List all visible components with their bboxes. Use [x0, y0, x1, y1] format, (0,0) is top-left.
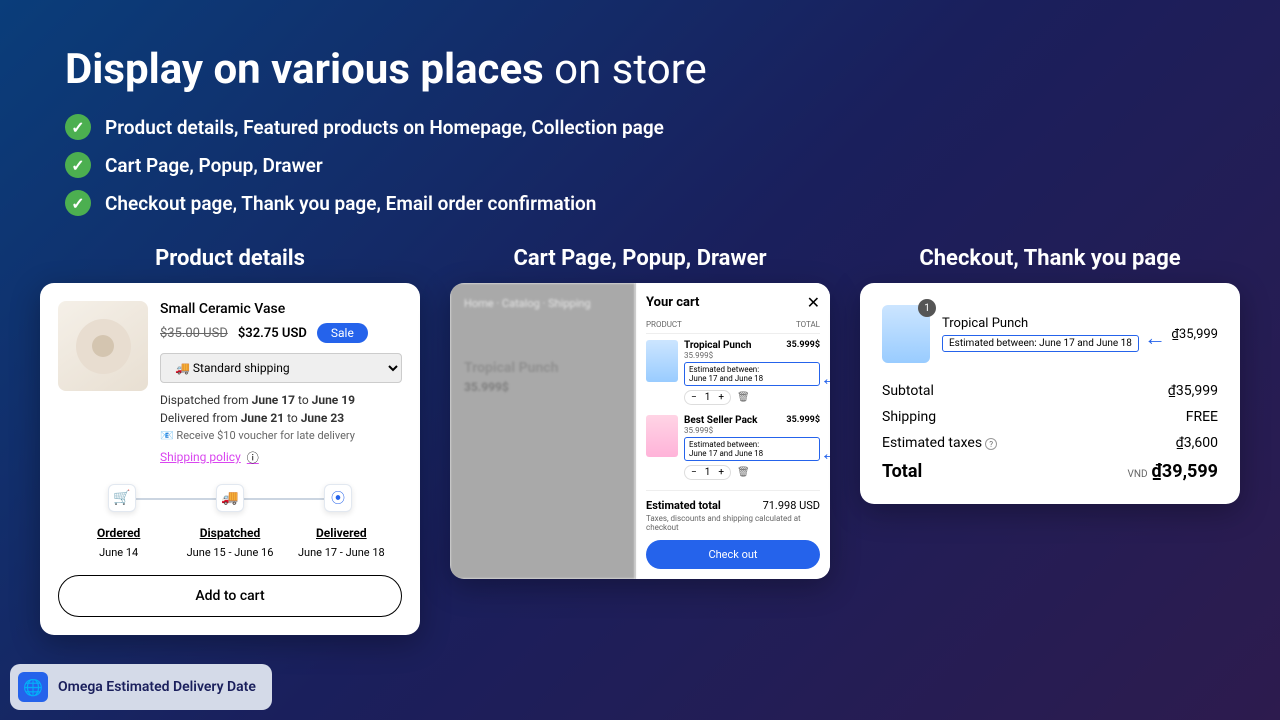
cart-card: Home · Catalog · Shipping Tropical Punch… [450, 283, 830, 579]
item-image [646, 415, 678, 457]
checkout-product-name: Tropical Punch [942, 316, 1159, 331]
col1-title: Product details [40, 246, 420, 271]
truck-icon: 🚚 [216, 484, 244, 512]
tl-ordered-label: Ordered [63, 526, 174, 540]
total-label: Estimated total [646, 499, 721, 512]
subtotal-label: Subtotal [882, 383, 934, 399]
sale-badge: Sale [317, 323, 368, 343]
tax-note: Taxes, discounts and shipping calculated… [646, 514, 820, 532]
trash-icon[interactable]: 🗑 [737, 467, 750, 478]
cart-drawer: Your cart ✕ PRODUCTTOTAL Tropical Punch3… [635, 283, 830, 579]
estimate-box: Estimated between:June 17 and June 18 [684, 362, 820, 386]
total-value: ₫39,599 [1152, 461, 1218, 482]
bullet-2: ✓Cart Page, Popup, Drawer [65, 152, 1215, 178]
check-icon: ✓ [65, 152, 91, 178]
check-icon: ✓ [65, 190, 91, 216]
voucher-text: 📧 Receive $10 voucher for late delivery [160, 429, 402, 442]
tax-label: Estimated taxes? [882, 435, 997, 451]
arrow-icon: ← [1144, 325, 1166, 351]
page-title: Display on various places on store [65, 45, 1215, 94]
checkout-button[interactable]: Check out [646, 540, 820, 569]
quantity-stepper[interactable]: −1+ [684, 390, 731, 405]
current-price: $32.75 USD [238, 326, 307, 341]
check-icon: ✓ [65, 114, 91, 140]
total-value: 71.998 USD [763, 499, 820, 512]
col2-title: Cart Page, Popup, Drawer [450, 246, 830, 271]
tl-delivered-date: June 17 - June 18 [286, 546, 397, 559]
bullet-3: ✓Checkout page, Thank you page, Email or… [65, 190, 1215, 216]
shipping-value: FREE [1186, 409, 1218, 425]
product-details-card: Small Ceramic Vase $35.00 USD $32.75 USD… [40, 283, 420, 635]
add-to-cart-button[interactable]: Add to cart [58, 575, 402, 617]
info-icon[interactable]: ? [985, 438, 997, 450]
checkout-card: 1 Tropical Punch Estimated between: June… [860, 283, 1240, 504]
shipping-policy-link[interactable]: Shipping policyⓘ [160, 449, 259, 466]
cart-icon: 🛒 [108, 484, 136, 512]
app-icon: 🌐 [18, 672, 48, 702]
item-image [646, 340, 678, 382]
tl-dispatched-date: June 15 - June 16 [174, 546, 285, 559]
total-label: Total [882, 461, 922, 482]
tl-dispatched-label: Dispatched [174, 526, 285, 540]
estimate-box: Estimated between:June 17 and June 18 [684, 437, 820, 461]
timeline: 🛒 🚚 ⦿ [68, 484, 392, 512]
checkout-estimate: Estimated between: June 17 and June 18 [942, 335, 1139, 352]
qty-badge: 1 [918, 299, 936, 317]
checkout-price: ₫35,999 [1171, 327, 1218, 342]
app-badge: 🌐 Omega Estimated Delivery Date [10, 664, 272, 710]
tax-value: ₫3,600 [1176, 435, 1218, 451]
tl-delivered-label: Delivered [286, 526, 397, 540]
deliver-text: Delivered from June 21 to June 23 [160, 411, 402, 425]
checkout-product-image: 1 [882, 305, 930, 363]
cart-item: Tropical Punch35.999$ 35.999$ Estimated … [646, 340, 820, 405]
cart-title: Your cart [646, 295, 699, 310]
bullet-1: ✓Product details, Featured products on H… [65, 114, 1215, 140]
trash-icon[interactable]: 🗑 [737, 392, 750, 403]
shipping-label: Shipping [882, 409, 936, 425]
arrow-icon: ← [820, 366, 830, 391]
product-name: Small Ceramic Vase [160, 301, 402, 317]
currency-code: VND [1127, 469, 1147, 480]
cart-backdrop: Home · Catalog · Shipping Tropical Punch… [450, 283, 635, 579]
app-name: Omega Estimated Delivery Date [58, 679, 256, 695]
close-icon[interactable]: ✕ [807, 293, 820, 312]
col3-title: Checkout, Thank you page [860, 246, 1240, 271]
tl-ordered-date: June 14 [63, 546, 174, 559]
subtotal-value: ₫35,999 [1168, 383, 1218, 399]
quantity-stepper[interactable]: −1+ [684, 465, 731, 480]
cart-item: Best Seller Pack35.999$ 35.999$ Estimate… [646, 415, 820, 480]
shipping-select[interactable]: 🚚 Standard shipping [160, 353, 402, 383]
dispatch-text: Dispatched from June 17 to June 19 [160, 393, 402, 407]
location-icon: ⦿ [324, 484, 352, 512]
arrow-icon: ← [820, 441, 830, 466]
product-image [58, 301, 148, 391]
old-price: $35.00 USD [160, 326, 228, 341]
